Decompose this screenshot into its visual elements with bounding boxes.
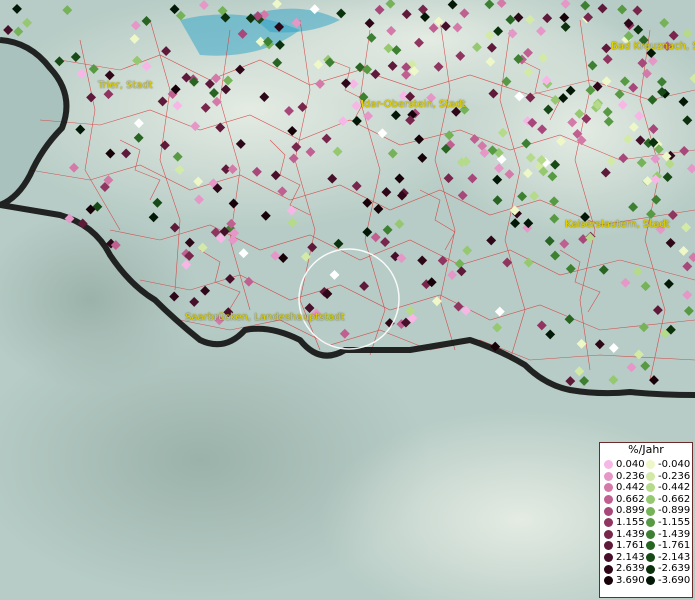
legend-entry: -0.899 [646, 505, 690, 517]
legend-entry: -2.639 [646, 563, 690, 575]
legend-entry: -1.761 [646, 540, 690, 552]
legend-entry: -2.143 [646, 552, 690, 564]
legend-entry: 1.439 [604, 529, 645, 541]
legend-swatch [604, 529, 613, 539]
legend-entry: -0.236 [646, 471, 690, 483]
map-legend: %/Jahr 0.040 0.236 0.442 0.662 0.899 1.1… [599, 442, 693, 598]
legend-negative-column: -0.040 -0.236 -0.442 -0.662 -0.899 -1.15… [646, 459, 690, 587]
legend-swatch [604, 518, 613, 528]
legend-swatch [604, 564, 613, 574]
legend-swatch [604, 576, 613, 586]
legend-swatch [646, 495, 655, 505]
legend-swatch [604, 495, 613, 505]
legend-swatch [604, 483, 613, 493]
legend-swatch [646, 564, 655, 574]
legend-entry: -0.442 [646, 482, 690, 494]
label-trier: Trier, Stadt [98, 80, 153, 91]
legend-title: %/Jahr [628, 443, 664, 456]
legend-swatch [646, 576, 655, 586]
legend-entry: -3.690 [646, 575, 690, 587]
legend-entry: 0.899 [604, 505, 645, 517]
legend-swatch [646, 541, 655, 551]
legend-swatch [646, 460, 655, 470]
legend-entry: -0.662 [646, 494, 690, 506]
legend-swatch [604, 471, 613, 481]
legend-swatch [646, 529, 655, 539]
legend-entry: 0.040 [604, 459, 645, 471]
label-saarbruecken: Saarbrücken, Landeshauptstadt [185, 312, 345, 323]
legend-swatch [604, 553, 613, 563]
label-kaiserslautern: Kaiserslautern, Stadt [565, 219, 670, 230]
legend-entry: 1.761 [604, 540, 645, 552]
legend-swatch [646, 553, 655, 563]
legend-entry: -1.155 [646, 517, 690, 529]
legend-entry: 3.690 [604, 575, 645, 587]
legend-entry: 2.639 [604, 563, 645, 575]
legend-swatch [646, 471, 655, 481]
legend-entry: 1.155 [604, 517, 645, 529]
legend-swatch [604, 460, 613, 470]
legend-entry: 0.236 [604, 471, 645, 483]
legend-swatch [646, 506, 655, 516]
legend-entry: 0.662 [604, 494, 645, 506]
legend-swatch [646, 518, 655, 528]
legend-swatch [646, 483, 655, 493]
legend-entry: -1.439 [646, 529, 690, 541]
label-idar-oberstein: Idar-Oberstein, Stadt [361, 99, 466, 110]
legend-swatch [604, 541, 613, 551]
legend-entry: -0.040 [646, 459, 690, 471]
label-bad-kreuznach: Bad Kreuznach, S [611, 41, 695, 52]
legend-positive-column: 0.040 0.236 0.442 0.662 0.899 1.155 1.43… [604, 459, 645, 587]
legend-entry: 2.143 [604, 552, 645, 564]
legend-entry: 0.442 [604, 482, 645, 494]
legend-swatch [604, 506, 613, 516]
